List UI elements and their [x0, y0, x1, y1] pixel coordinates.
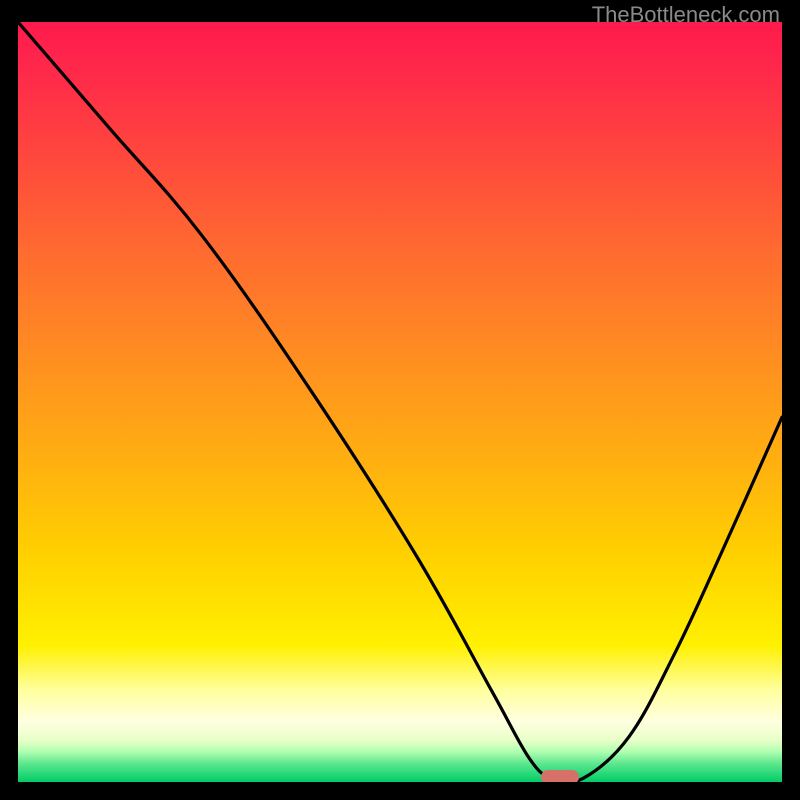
chart-frame: TheBottleneck.com	[0, 0, 800, 800]
plot-area	[18, 22, 782, 782]
bottleneck-curve	[18, 22, 782, 782]
optimal-marker	[541, 770, 579, 782]
watermark-text: TheBottleneck.com	[592, 2, 780, 28]
